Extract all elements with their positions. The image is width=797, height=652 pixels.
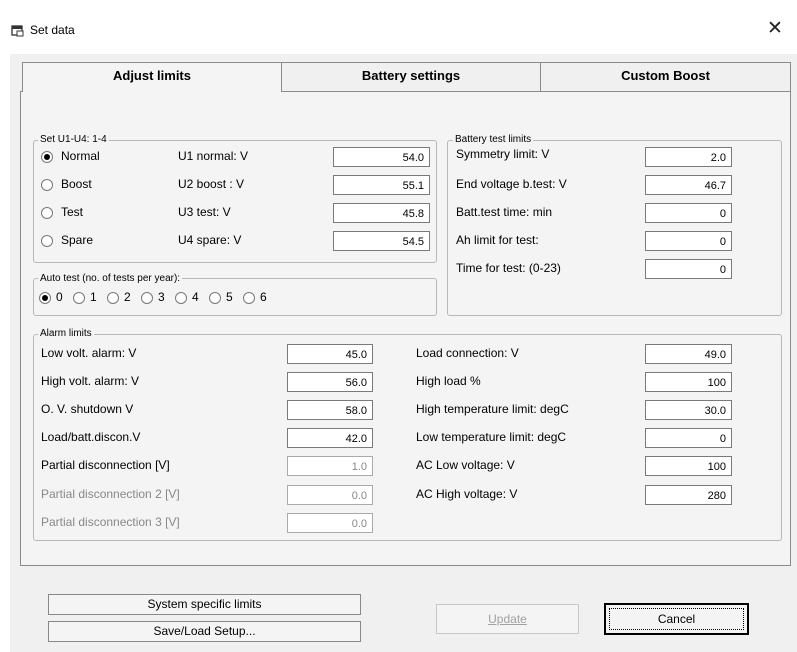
auto-test-radio-0[interactable] (39, 292, 51, 304)
ac-high-voltage-label: AC High voltage: V (416, 487, 518, 501)
load-connection-field[interactable]: 49.0 (645, 344, 732, 364)
window-icon (11, 25, 24, 37)
load-batt-discon-label: Load/batt.discon.V (41, 430, 141, 444)
low-temperature-label: Low temperature limit: degC (416, 430, 567, 444)
partial-disconnection-field[interactable]: 1.0 (287, 456, 373, 476)
auto-test-radio-6[interactable] (243, 292, 255, 304)
high-load-field[interactable]: 100 (645, 372, 732, 392)
auto-test-label-6: 6 (260, 290, 267, 304)
radio-spare[interactable] (41, 235, 53, 247)
batt-test-time-field[interactable]: 0 (645, 203, 732, 223)
u1-normal-field[interactable]: 54.0 (333, 147, 430, 167)
auto-test-radio-5[interactable] (209, 292, 221, 304)
update-button-label: Update (488, 612, 527, 626)
cancel-button-label: Cancel (657, 612, 696, 626)
u3-test-field[interactable]: 45.8 (333, 203, 430, 223)
update-button: Update (436, 604, 579, 634)
symmetry-limit-label: Symmetry limit: V (456, 147, 550, 161)
auto-test-radio-3[interactable] (141, 292, 153, 304)
u2-label: U2 boost : V (178, 177, 245, 191)
auto-test-label-3: 3 (158, 290, 165, 304)
ac-low-voltage-label: AC Low voltage: V (416, 458, 515, 472)
u3-label: U3 test: V (178, 205, 231, 219)
auto-test-label-1: 1 (90, 290, 97, 304)
save-load-setup-button[interactable]: Save/Load Setup... (48, 621, 361, 642)
partial-disconnection-3-field: 0.0 (287, 513, 373, 533)
ov-shutdown-label: O. V. shutdown V (41, 402, 134, 416)
u4-spare-field[interactable]: 54.5 (333, 231, 430, 251)
ah-limit-label: Ah limit for test: (456, 233, 539, 247)
high-temperature-label: High temperature limit: degC (416, 402, 569, 416)
radio-test[interactable] (41, 207, 53, 219)
symmetry-limit-field[interactable]: 2.0 (645, 147, 732, 167)
battery-test-legend: Battery test limits (453, 134, 534, 145)
low-temperature-field[interactable]: 0 (645, 428, 732, 448)
radio-spare-label: Spare (61, 233, 94, 247)
low-volt-alarm-field[interactable]: 45.0 (287, 344, 373, 364)
high-volt-alarm-field[interactable]: 56.0 (287, 372, 373, 392)
partial-disconnection-label: Partial disconnection [V] (41, 458, 170, 472)
radio-normal-label: Normal (61, 149, 100, 163)
ah-limit-field[interactable]: 0 (645, 231, 732, 251)
end-voltage-label: End voltage b.test: V (456, 177, 567, 191)
close-icon[interactable]: ✕ (764, 18, 786, 40)
radio-normal[interactable] (41, 151, 53, 163)
auto-test-legend: Auto test (no. of tests per year): (38, 273, 183, 284)
radio-boost[interactable] (41, 179, 53, 191)
high-volt-alarm-label: High volt. alarm: V (41, 374, 140, 388)
ac-low-voltage-field[interactable]: 100 (645, 456, 732, 476)
radio-boost-label: Boost (61, 177, 92, 191)
set-u-legend: Set U1-U4: 1-4 (38, 134, 109, 145)
ov-shutdown-field[interactable]: 58.0 (287, 400, 373, 420)
u2-boost-field[interactable]: 55.1 (333, 175, 430, 195)
load-connection-label: Load connection: V (416, 346, 519, 360)
tab-custom-boost[interactable]: Custom Boost (540, 62, 791, 91)
partial-disconnection-2-label: Partial disconnection 2 [V] (41, 487, 180, 501)
partial-disconnection-3-label: Partial disconnection 3 [V] (41, 515, 180, 529)
auto-test-radio-1[interactable] (73, 292, 85, 304)
time-for-test-label: Time for test: (0-23) (456, 261, 561, 275)
partial-disconnection-2-field: 0.0 (287, 485, 373, 505)
batt-test-time-label: Batt.test time: min (456, 205, 553, 219)
tab-adjust-limits[interactable]: Adjust limits (22, 62, 282, 92)
auto-test-radio-2[interactable] (107, 292, 119, 304)
high-temperature-field[interactable]: 30.0 (645, 400, 732, 420)
u4-label: U4 spare: V (178, 233, 242, 247)
title-bar (0, 0, 797, 54)
auto-test-label-4: 4 (192, 290, 199, 304)
auto-test-label-0: 0 (56, 290, 63, 304)
auto-test-radio-4[interactable] (175, 292, 187, 304)
time-for-test-field[interactable]: 0 (645, 259, 732, 279)
system-specific-limits-button[interactable]: System specific limits (48, 594, 361, 615)
radio-test-label: Test (61, 205, 84, 219)
high-load-label: High load % (416, 374, 481, 388)
ac-high-voltage-field[interactable]: 280 (645, 485, 732, 505)
alarm-limits-legend: Alarm limits (38, 328, 94, 339)
cancel-button[interactable]: Cancel (604, 603, 749, 635)
low-volt-alarm-label: Low volt. alarm: V (41, 346, 137, 360)
end-voltage-field[interactable]: 46.7 (645, 175, 732, 195)
tab-battery-settings[interactable]: Battery settings (280, 62, 542, 91)
window-title: Set data (30, 23, 75, 37)
auto-test-label-2: 2 (124, 290, 131, 304)
auto-test-label-5: 5 (226, 290, 233, 304)
load-batt-discon-field[interactable]: 42.0 (287, 428, 373, 448)
u1-label: U1 normal: V (178, 149, 249, 163)
